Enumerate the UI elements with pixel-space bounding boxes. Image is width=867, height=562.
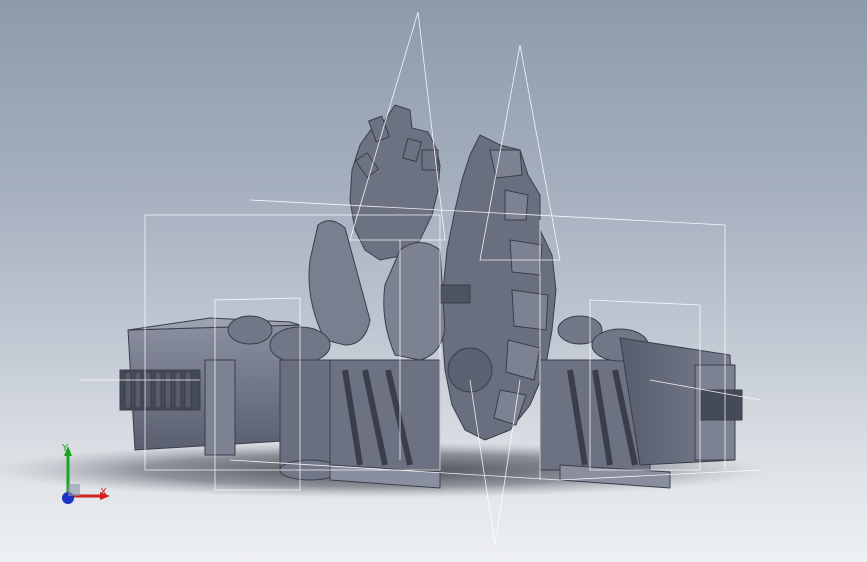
shaft bbox=[439, 284, 471, 304]
frame-center bbox=[329, 359, 441, 489]
cad-viewport[interactable]: Y X bbox=[0, 0, 867, 562]
axis-triad: Y X bbox=[52, 440, 122, 510]
triad-plane bbox=[68, 484, 80, 496]
cam-plate-center bbox=[383, 242, 446, 361]
housing-right bbox=[619, 337, 743, 466]
gear-rear bbox=[349, 104, 441, 261]
x-axis-label: X bbox=[100, 487, 107, 498]
model-scene[interactable] bbox=[0, 0, 867, 562]
y-axis-label: Y bbox=[62, 443, 69, 454]
